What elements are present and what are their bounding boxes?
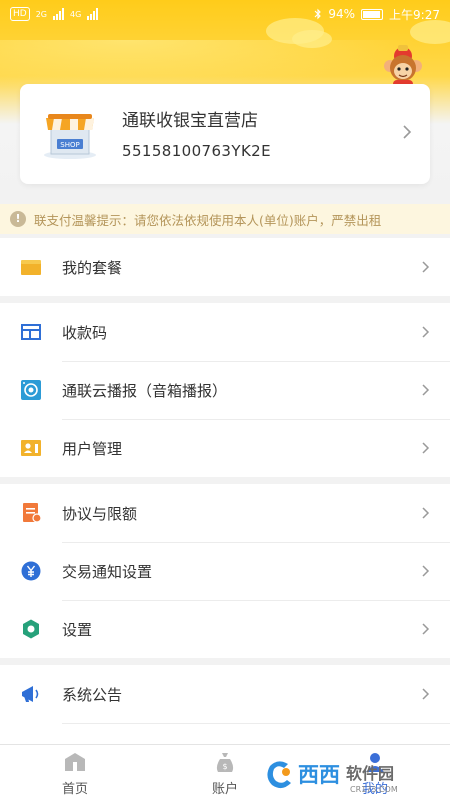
menu-group-package: 我的套餐 [0, 238, 450, 296]
gear-icon [23, 619, 39, 639]
menu-item-agreement-limits[interactable]: 协议与限额 [0, 484, 450, 542]
menu-item-next[interactable] [0, 723, 450, 744]
chevron-right-icon [403, 125, 412, 139]
menu-item-label: 协议与限额 [62, 504, 138, 523]
user-card-icon [21, 440, 41, 456]
notice-banner[interactable]: ! 联支付温馨提示：请您依法依规使用本人(单位)账户，严禁出租 [0, 204, 450, 234]
bluetooth-icon [314, 8, 322, 20]
qr-code-icon [21, 324, 41, 340]
status-time: 上午9:27 [389, 7, 440, 22]
chevron-right-icon [422, 384, 430, 396]
menu-item-label: 用户管理 [62, 439, 123, 458]
document-icon [23, 503, 42, 523]
home-icon [65, 753, 85, 771]
store-name: 通联收银宝直营店 [122, 111, 258, 131]
hd-badge: HD [10, 7, 30, 21]
chevron-right-icon [422, 326, 430, 338]
menu-item-label: 收款码 [62, 323, 108, 342]
shop-sign: SHOP [60, 141, 79, 149]
nav-tab-home[interactable]: 首页 [0, 745, 150, 800]
menu-item-label: 交易通知设置 [62, 562, 153, 581]
status-bar: HD 2G 4G 94% 上午9:27 [0, 0, 450, 28]
cloud-decoration [292, 30, 332, 48]
watermark-logo: 西西 软件园 CR173.COM [261, 757, 398, 794]
menu-item-payment-code[interactable]: 收款码 [0, 303, 450, 361]
battery-percent: 94% [328, 7, 356, 21]
svg-text:$: $ [222, 762, 227, 771]
chevron-right-icon [422, 442, 430, 454]
notice-text: 联支付温馨提示：请您依法依规使用本人(单位)账户，严禁出租 [34, 212, 382, 228]
chevron-right-icon [422, 688, 430, 700]
menu-group-settings: 协议与限额 交易通知设置 设置 [0, 484, 450, 658]
menu-item-system-announcement[interactable]: 系统公告 [0, 665, 450, 723]
chevron-right-icon [422, 623, 430, 635]
menu-item-label: 系统公告 [62, 685, 123, 704]
store-id: 55158100763YK2E [122, 142, 271, 160]
menu-item-transaction-notify[interactable]: 交易通知设置 [0, 542, 450, 600]
watermark-brand: 西西 [298, 763, 340, 787]
signal-icon [87, 8, 99, 20]
menu-item-label: 我的套餐 [62, 258, 123, 277]
chevron-right-icon [422, 261, 430, 273]
watermark-domain: CR173.COM [350, 785, 398, 794]
menu-item-settings[interactable]: 设置 [0, 600, 450, 658]
shop-icon: SHOP [44, 114, 96, 159]
store-card[interactable]: SHOP 通联收银宝直营店 55158100763YK2E [20, 84, 430, 184]
menu-item-label: 通联云播报（音箱播报） [62, 381, 228, 400]
chevron-right-icon [422, 507, 430, 519]
speaker-icon [21, 380, 41, 400]
signal-icon [53, 8, 64, 20]
nav-label: 首页 [61, 782, 88, 797]
yuan-icon [21, 561, 41, 581]
menu-item-my-package[interactable]: 我的套餐 [0, 238, 450, 296]
menu-item-cloud-broadcast[interactable]: 通联云播报（音箱播报） [0, 361, 450, 419]
battery-icon [361, 8, 384, 20]
menu-group-announcement: 系统公告 [0, 665, 450, 744]
menu-item-label: 设置 [62, 620, 93, 639]
package-icon [21, 260, 41, 275]
network-label: 4G [70, 9, 82, 19]
menu-item-user-management[interactable]: 用户管理 [0, 419, 450, 477]
chevron-right-icon [422, 565, 430, 577]
menu-group-payment: 收款码 通联云播报（音箱播报） 用户管理 [0, 303, 450, 477]
watermark-software: 软件园 [346, 764, 394, 783]
money-bag-icon: $ [216, 753, 234, 772]
network-label: 2G [35, 9, 47, 19]
warning-icon: ! [10, 211, 26, 227]
megaphone-icon [22, 686, 39, 702]
